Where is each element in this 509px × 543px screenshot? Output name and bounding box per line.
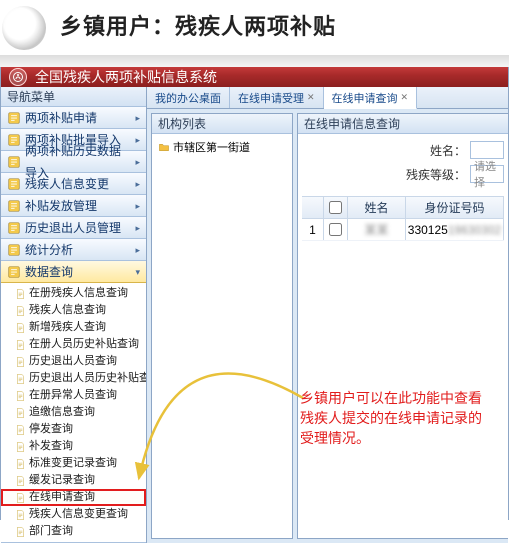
sidebar-group-label: 历史退出人员管理 [25,217,121,239]
tree-item-label: 追缴信息查询 [29,404,95,421]
org-panel-title: 机构列表 [152,114,292,134]
tree-item-label: 历史退出人员查询 [29,353,117,370]
page-title: 乡镇用户：残疾人两项补贴 [60,9,336,41]
level-label: 残疾等级： [406,166,466,183]
table-row[interactable]: 1 某某 33012519630302 [302,219,504,241]
tree-item-label: 残疾人信息变更查询 [29,506,128,523]
query-panel: 在线申请信息查询 姓名： 残疾等级： 请选择 [297,113,508,539]
main-area: 我的办公桌面在线申请受理✕在线申请查询✕ 机构列表 市辖区第一街道 在线申请信息… [147,87,508,543]
tab-1[interactable]: 在线申请受理✕ [230,87,324,108]
sidebar-group-5[interactable]: 历史退出人员管理 ▸ [1,217,146,239]
tab-label: 在线申请受理 [238,90,304,106]
sidebar-group-label: 统计分析 [25,239,73,261]
tree-item-1[interactable]: 残疾人信息查询 [1,302,146,319]
divider-shadow [0,55,509,67]
chevron-icon: ▸ [135,151,140,173]
tree-item-label: 停发查询 [29,421,73,438]
tab-label: 在线申请查询 [332,90,398,106]
chevron-icon: ▸ [135,129,140,151]
bullet-circle [2,6,46,50]
sidebar-group-label: 数据查询 [25,261,73,283]
tree-item-13[interactable]: 残疾人信息变更查询 [1,506,146,523]
app-header: 全国残疾人两项补贴信息系统 [1,67,508,87]
tree-item-14[interactable]: 部门查询 [1,523,146,540]
chevron-icon: ▾ [135,261,140,283]
tree-item-0[interactable]: 在册残疾人信息查询 [1,285,146,302]
tab-2[interactable]: 在线申请查询✕ [324,87,418,109]
org-root-label: 市辖区第一街道 [173,139,250,155]
close-icon[interactable]: ✕ [307,92,315,103]
name-input[interactable] [470,141,504,159]
col-idno: 身份证号码 [406,197,504,218]
org-tree-root[interactable]: 市辖区第一街道 [156,138,288,156]
tree-item-3[interactable]: 在册人员历史补贴查询 [1,336,146,353]
level-select[interactable]: 请选择 [470,165,504,183]
query-panel-title: 在线申请信息查询 [298,114,508,134]
sidebar-group-4[interactable]: 补贴发放管理 ▸ [1,195,146,217]
sidebar-header: 导航菜单 [1,87,146,107]
tree-item-11[interactable]: 缓发记录查询 [1,472,146,489]
chevron-icon: ▸ [135,217,140,239]
chevron-icon: ▸ [135,173,140,195]
sidebar-group-6[interactable]: 统计分析 ▸ [1,239,146,261]
tree-item-4[interactable]: 历史退出人员查询 [1,353,146,370]
result-table: 姓名 身份证号码 1 某某 33012519630302 [302,196,504,241]
tree-item-label: 标准变更记录查询 [29,455,117,472]
tree-item-label: 在册人员历史补贴查询 [29,336,139,353]
app-window: 全国残疾人两项补贴信息系统 导航菜单 两项补贴申请▸两项补贴批量导入▸两项补贴历… [0,67,509,520]
tree-item-2[interactable]: 新增残疾人查询 [1,319,146,336]
tab-bar: 我的办公桌面在线申请受理✕在线申请查询✕ [147,87,508,109]
name-label: 姓名： [430,142,466,159]
check-all[interactable] [329,201,342,214]
app-logo-icon [9,68,27,86]
tree-item-label: 新增残疾人查询 [29,319,106,336]
cell-idno: 33012519630302 [406,219,504,240]
tree-item-9[interactable]: 补发查询 [1,438,146,455]
sidebar: 导航菜单 两项补贴申请▸两项补贴批量导入▸两项补贴历史数据导入▸残疾人信息变更▸… [1,87,147,543]
slide-header: 乡镇用户：残疾人两项补贴 [0,0,509,50]
sidebar-accordion: 两项补贴申请▸两项补贴批量导入▸两项补贴历史数据导入▸残疾人信息变更▸补贴发放管… [1,107,146,543]
tree-item-label: 补发查询 [29,438,73,455]
tree-item-label: 在册异常人员查询 [29,387,117,404]
tree-item-6[interactable]: 在册异常人员查询 [1,387,146,404]
col-name: 姓名 [348,197,406,218]
tree-item-12[interactable]: 在线申请查询 [1,489,146,506]
close-icon[interactable]: ✕ [401,92,409,103]
col-check [324,197,348,218]
tree-item-5[interactable]: 历史退出人员历史补贴查询 [1,370,146,387]
sidebar-group-0[interactable]: 两项补贴申请 ▸ [1,107,146,129]
sidebar-tree: 在册残疾人信息查询残疾人信息查询新增残疾人查询在册人员历史补贴查询历史退出人员查… [1,283,146,543]
chevron-icon: ▸ [135,239,140,261]
table-header: 姓名 身份证号码 [302,197,504,219]
tree-item-label: 历史退出人员历史补贴查询 [29,370,146,387]
tree-item-10[interactable]: 标准变更记录查询 [1,455,146,472]
tree-item-7[interactable]: 追缴信息查询 [1,404,146,421]
annotation-text: 乡镇用户可以在此功能中查看残疾人提交的在线申请记录的受理情况。 [300,388,490,448]
sidebar-group-7[interactable]: 数据查询 ▾ [1,261,146,283]
tree-item-label: 部门查询 [29,523,73,540]
cell-name: 某某 [348,219,406,240]
tab-0[interactable]: 我的办公桌面 [147,87,230,108]
folder-icon [158,142,170,153]
app-title: 全国残疾人两项补贴信息系统 [35,67,217,87]
sidebar-group-label: 残疾人信息变更 [25,173,109,195]
tab-label: 我的办公桌面 [155,90,221,106]
tree-item-label: 残疾人信息查询 [29,302,106,319]
sidebar-group-2[interactable]: 两项补贴历史数据导入▸ [1,151,146,173]
sidebar-group-label: 两项补贴申请 [25,107,97,129]
tree-item-8[interactable]: 停发查询 [1,421,146,438]
sidebar-group-label: 补贴发放管理 [25,195,97,217]
cell-index: 1 [302,219,324,240]
chevron-icon: ▸ [135,107,140,129]
tree-item-label: 在册残疾人信息查询 [29,285,128,302]
col-index [302,197,324,218]
tree-item-label: 在线申请查询 [29,489,95,506]
row-check[interactable] [329,223,342,236]
org-panel: 机构列表 市辖区第一街道 [151,113,293,539]
chevron-icon: ▸ [135,195,140,217]
tree-item-label: 缓发记录查询 [29,472,95,489]
